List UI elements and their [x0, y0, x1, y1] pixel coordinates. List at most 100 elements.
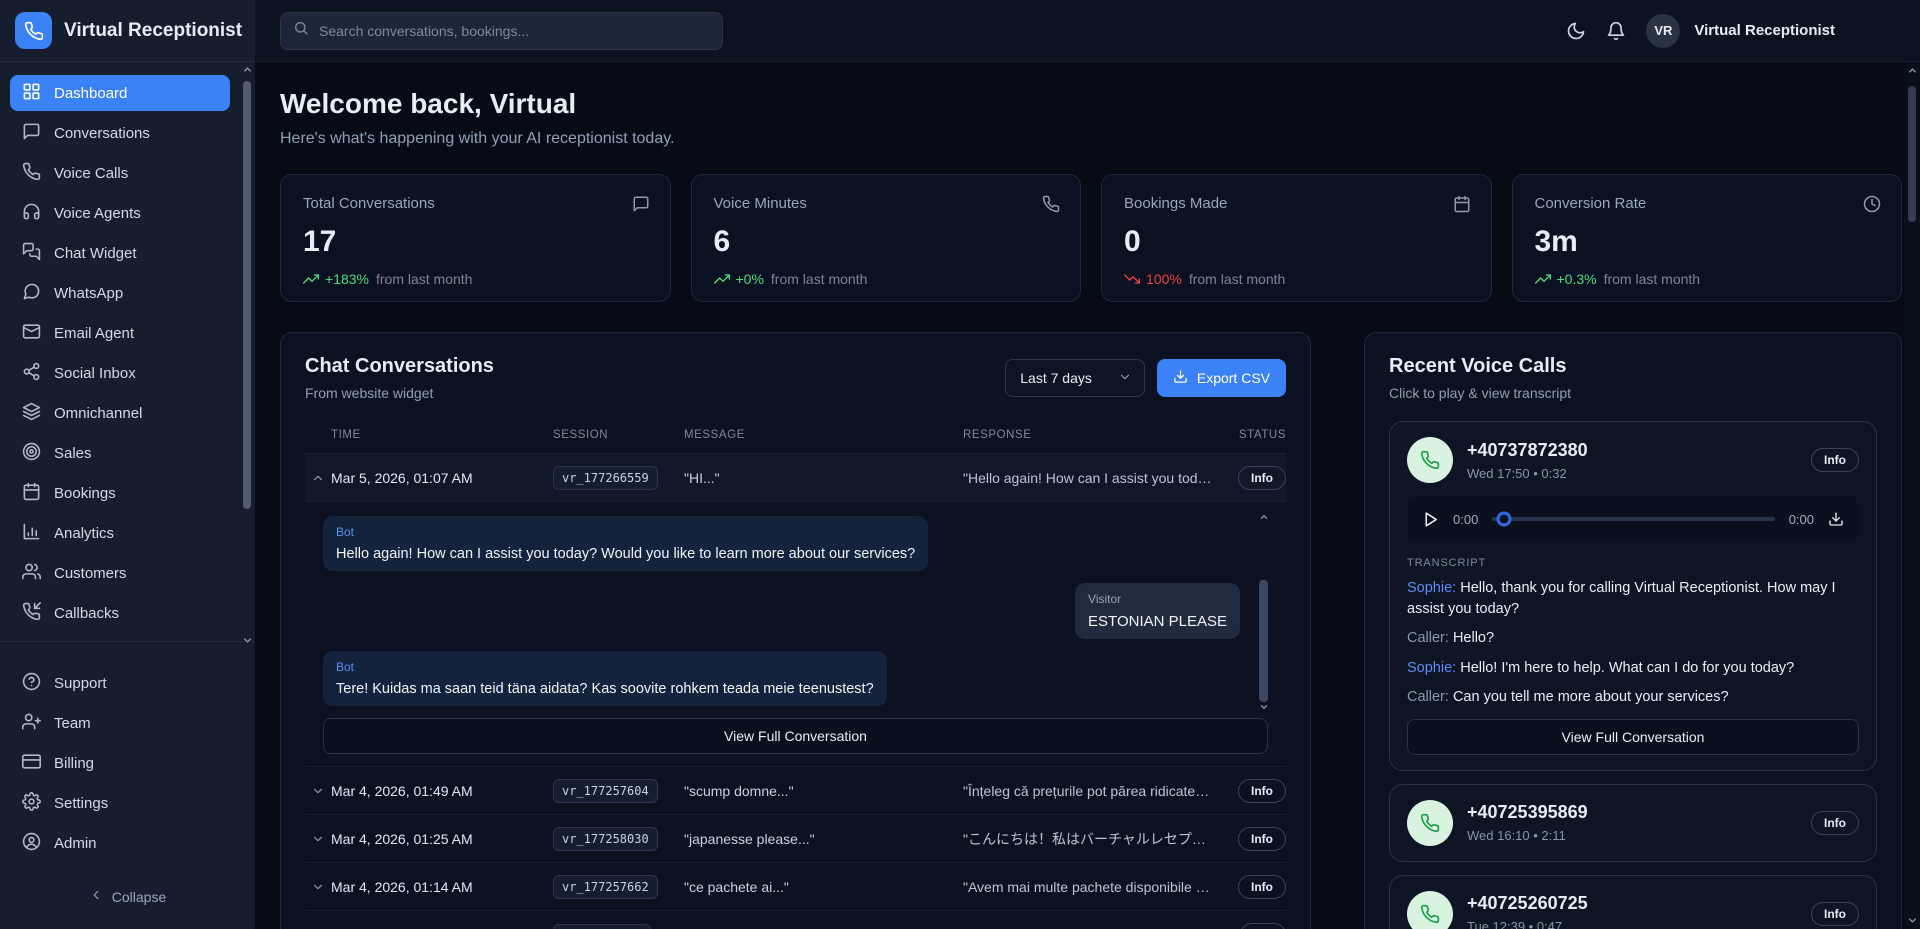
- view-full-conversation-button[interactable]: View Full Conversation: [323, 718, 1268, 754]
- row-time: Mar 5, 2026, 01:07 AM: [331, 470, 553, 486]
- table-row[interactable]: Mar 4, 2026, 01:14 AM vr_177257662 "ce p…: [305, 862, 1286, 910]
- stat-card-conversion-rate: Conversion Rate 3m +0.3% from last month: [1512, 174, 1903, 302]
- info-button[interactable]: Info: [1811, 902, 1859, 926]
- speaker-label: Caller:: [1407, 630, 1449, 646]
- slider-thumb[interactable]: [1496, 512, 1511, 527]
- table-row[interactable]: Mar 4, 2026, 01:49 AM vr_177257604 "scum…: [305, 766, 1286, 814]
- sidebar-item-analytics[interactable]: Analytics: [10, 515, 230, 551]
- sidebar-item-omnichannel[interactable]: Omnichannel: [10, 395, 230, 431]
- theme-toggle-button[interactable]: [1566, 21, 1586, 41]
- col-message: MESSAGE: [684, 429, 963, 441]
- chevron-down-icon[interactable]: [305, 880, 331, 894]
- info-button[interactable]: Info: [1238, 466, 1286, 490]
- info-button[interactable]: Info: [1811, 448, 1859, 472]
- sidebar-item-team[interactable]: Team: [10, 705, 230, 741]
- sidebar-item-conversations[interactable]: Conversations: [10, 115, 230, 151]
- search-box[interactable]: [280, 12, 723, 50]
- download-recording-button[interactable]: [1828, 511, 1844, 527]
- stat-change: +0% from last month: [714, 271, 1059, 287]
- trending-up-icon: [1535, 271, 1551, 287]
- voice-call-card[interactable]: +40737872380 Wed 17:50 • 0:32 Info 0:00: [1389, 421, 1877, 771]
- sidebar-item-customers[interactable]: Customers: [10, 555, 230, 591]
- voice-call-card[interactable]: +40725260725 Tue 12:39 • 0:47 Info: [1389, 875, 1877, 929]
- info-button[interactable]: Info: [1811, 811, 1859, 835]
- sidebar-item-support[interactable]: Support: [10, 665, 230, 701]
- view-full-conversation-button[interactable]: View Full Conversation: [1407, 719, 1859, 755]
- voice-call-card[interactable]: +40725395869 Wed 16:10 • 2:11 Info: [1389, 784, 1877, 862]
- conversation-scrollbar-thumb[interactable]: [1259, 580, 1268, 702]
- row-message: "japanesse please...": [684, 831, 963, 847]
- table-header: TIME SESSION MESSAGE RESPONSE STATUS: [305, 429, 1286, 453]
- stat-value: 17: [303, 225, 648, 259]
- conversation-scrollbar[interactable]: [1257, 516, 1270, 706]
- sidebar-item-label: Bookings: [54, 485, 116, 502]
- table-row[interactable]: Mar 5, 2026, 01:07 AM vr_177266559 "HI..…: [305, 453, 1286, 501]
- stat-value: 3m: [1535, 225, 1880, 259]
- sidebar-scrollbar[interactable]: [241, 64, 254, 646]
- col-response: RESPONSE: [963, 429, 1222, 441]
- stat-value: 6: [714, 225, 1059, 259]
- play-button[interactable]: [1422, 511, 1439, 528]
- sidebar-item-billing[interactable]: Billing: [10, 745, 230, 781]
- sidebar-item-voice-calls[interactable]: Voice Calls: [10, 155, 230, 191]
- scroll-up-icon[interactable]: [1257, 512, 1270, 522]
- session-badge: vr_177257604: [553, 779, 658, 803]
- sidebar-item-label: Dashboard: [54, 85, 127, 102]
- page-scrollbar-thumb[interactable]: [1908, 86, 1916, 222]
- sidebar-item-label: Voice Agents: [54, 205, 141, 222]
- export-csv-button[interactable]: Export CSV: [1157, 359, 1286, 397]
- avatar[interactable]: VR: [1646, 14, 1680, 48]
- info-button[interactable]: Info: [1238, 875, 1286, 899]
- scroll-up-icon[interactable]: [241, 64, 254, 75]
- date-range-select[interactable]: Last 7 days: [1005, 359, 1145, 397]
- search-input[interactable]: [319, 23, 710, 39]
- sidebar-item-email-agent[interactable]: Email Agent: [10, 315, 230, 351]
- gear-icon: [22, 792, 41, 815]
- sidebar-item-sales[interactable]: Sales: [10, 435, 230, 471]
- sidebar-item-whatsapp[interactable]: WhatsApp: [10, 275, 230, 311]
- sidebar-item-bookings[interactable]: Bookings: [10, 475, 230, 511]
- info-button[interactable]: Info: [1238, 779, 1286, 803]
- seek-slider[interactable]: [1492, 511, 1774, 527]
- sidebar-item-label: Customers: [54, 565, 127, 582]
- stat-change: 100% from last month: [1124, 271, 1469, 287]
- sidebar-item-dashboard[interactable]: Dashboard: [10, 75, 230, 111]
- sidebar-item-admin[interactable]: Admin: [10, 825, 230, 861]
- sidebar-item-chat-widget[interactable]: Chat Widget: [10, 235, 230, 271]
- bar-chart-icon: [22, 522, 41, 545]
- voice-panel-subtitle: Click to play & view transcript: [1389, 385, 1877, 401]
- sidebar-item-voice-agents[interactable]: Voice Agents: [10, 195, 230, 231]
- dashboard-content: Welcome back, Virtual Here's what's happ…: [255, 62, 1920, 929]
- phone-icon: [1407, 437, 1453, 483]
- table-row[interactable]: Mar 4, 2026, 01:25 AM vr_177258030 "japa…: [305, 814, 1286, 862]
- brand-header: Virtual Receptionist: [0, 0, 255, 62]
- scroll-down-icon[interactable]: [241, 635, 254, 646]
- collapse-sidebar-button[interactable]: Collapse: [0, 876, 255, 929]
- page-scrollbar[interactable]: [1904, 62, 1920, 929]
- scroll-down-icon[interactable]: [1257, 702, 1270, 712]
- scroll-up-icon[interactable]: [1904, 65, 1920, 76]
- sidebar-item-label: Settings: [54, 795, 108, 812]
- row-time: Mar 4, 2026, 01:25 AM: [331, 831, 553, 847]
- table-row[interactable]: [305, 910, 1286, 929]
- expanded-conversation: Bot Hello again! How can I assist you to…: [305, 501, 1286, 766]
- chevron-down-icon[interactable]: [305, 832, 331, 846]
- trending-down-icon: [1124, 271, 1140, 287]
- sidebar-item-callbacks[interactable]: Callbacks: [10, 595, 230, 631]
- chevron-up-icon[interactable]: [305, 471, 331, 485]
- sidebar-item-settings[interactable]: Settings: [10, 785, 230, 821]
- sidebar-item-social-inbox[interactable]: Social Inbox: [10, 355, 230, 391]
- scroll-down-icon[interactable]: [1904, 915, 1920, 926]
- sidebar-item-label: Analytics: [54, 525, 114, 542]
- primary-nav: Dashboard Conversations Voice Calls Voic…: [0, 62, 255, 637]
- brand-name: Virtual Receptionist: [64, 20, 242, 42]
- notifications-button[interactable]: [1606, 21, 1626, 41]
- search-icon: [293, 20, 309, 41]
- current-time: 0:00: [1453, 512, 1478, 527]
- info-button[interactable]: Info: [1238, 827, 1286, 851]
- sidebar-divider: [0, 641, 255, 642]
- sidebar-scrollbar-thumb[interactable]: [243, 81, 251, 509]
- info-button[interactable]: [1240, 923, 1286, 929]
- chevron-down-icon[interactable]: [305, 784, 331, 798]
- calendar-icon: [1453, 195, 1471, 213]
